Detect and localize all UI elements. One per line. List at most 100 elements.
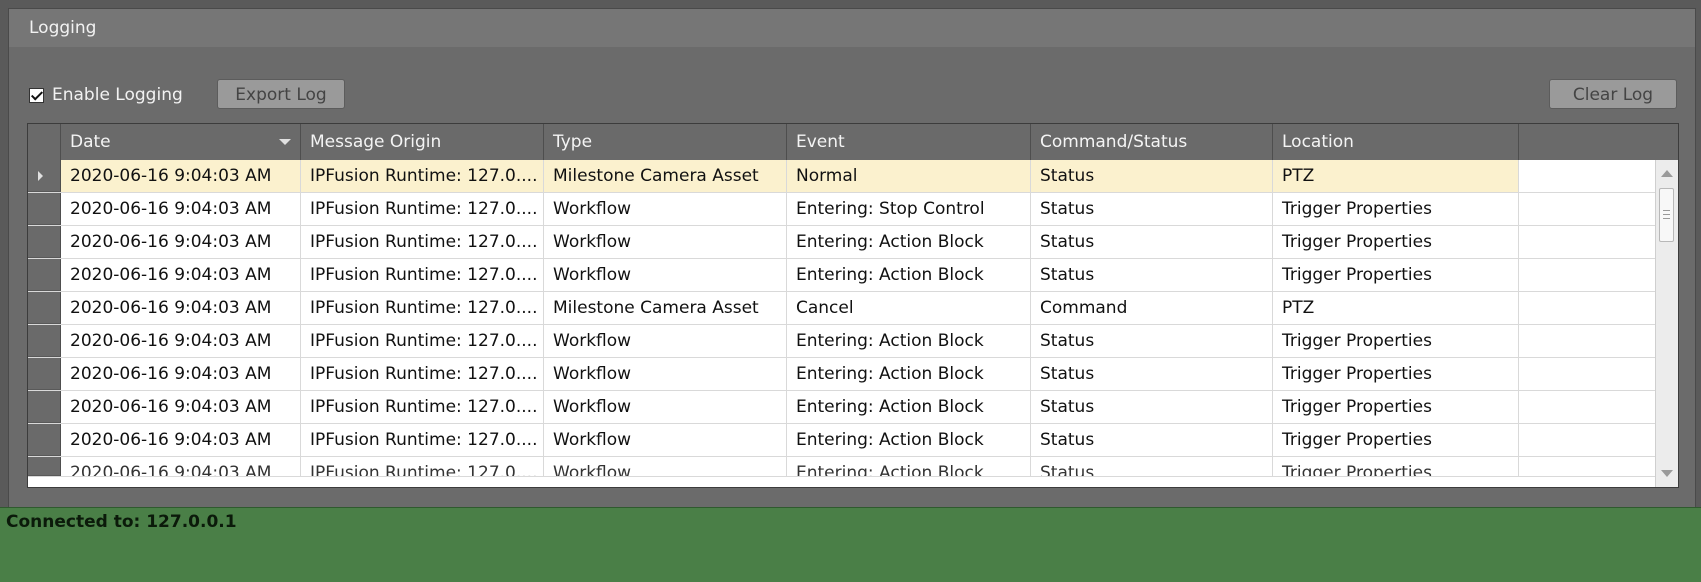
table-row[interactable]: 2020-06-16 9:04:03 AM IPFusion Runtime: 1… (28, 457, 1678, 477)
column-header-message-origin[interactable]: Message Origin (301, 124, 544, 160)
table-cell-command[interactable]: Status (1031, 160, 1273, 192)
table-cell-date[interactable]: 2020-06-16 9:04:03 AM (61, 424, 301, 456)
clear-log-button[interactable]: Clear Log (1549, 79, 1677, 109)
column-header-location[interactable]: Location (1273, 124, 1519, 160)
table-cell-date[interactable]: 2020-06-16 9:04:03 AM (61, 160, 301, 192)
table-cell-origin[interactable]: IPFusion Runtime: 127.0.... (301, 391, 544, 423)
column-header-command-status[interactable]: Command/Status (1031, 124, 1273, 160)
grid-header: Date Message Origin Type Event Command/S… (28, 124, 1678, 160)
row-header[interactable] (28, 259, 61, 291)
table-cell-location[interactable]: Trigger Properties (1273, 457, 1519, 476)
table-cell-event[interactable]: Entering: Action Block (787, 226, 1031, 258)
table-cell-event[interactable]: Entering: Action Block (787, 358, 1031, 390)
table-row[interactable]: 2020-06-16 9:04:03 AM IPFusion Runtime: 1… (28, 160, 1678, 193)
table-cell-event[interactable]: Entering: Action Block (787, 391, 1031, 423)
row-header[interactable] (28, 160, 61, 192)
table-cell-type[interactable]: Workflow (544, 193, 787, 225)
table-cell-origin[interactable]: IPFusion Runtime: 127.0.... (301, 358, 544, 390)
export-log-button[interactable]: Export Log (217, 79, 345, 109)
table-cell-event[interactable]: Entering: Action Block (787, 325, 1031, 357)
table-cell-command[interactable]: Status (1031, 226, 1273, 258)
table-cell-command[interactable]: Command (1031, 292, 1273, 324)
table-cell-origin[interactable]: IPFusion Runtime: 127.0.... (301, 160, 544, 192)
table-cell-command[interactable]: Status (1031, 193, 1273, 225)
row-header[interactable] (28, 457, 61, 476)
log-grid: Date Message Origin Type Event Command/S… (27, 123, 1679, 488)
table-row[interactable]: 2020-06-16 9:04:03 AM IPFusion Runtime: 1… (28, 193, 1678, 226)
row-header[interactable] (28, 226, 61, 258)
checkbox-checked-icon[interactable] (29, 87, 44, 103)
table-row[interactable]: 2020-06-16 9:04:03 AM IPFusion Runtime: 1… (28, 391, 1678, 424)
table-cell-type[interactable]: Milestone Camera Asset (544, 292, 787, 324)
table-cell-date[interactable]: 2020-06-16 9:04:03 AM (61, 391, 301, 423)
table-cell-location[interactable]: Trigger Properties (1273, 424, 1519, 456)
table-cell-command[interactable]: Status (1031, 424, 1273, 456)
table-cell-command[interactable]: Status (1031, 259, 1273, 291)
table-cell-location[interactable]: PTZ (1273, 292, 1519, 324)
table-row[interactable]: 2020-06-16 9:04:03 AM IPFusion Runtime: 1… (28, 358, 1678, 391)
table-cell-origin[interactable]: IPFusion Runtime: 127.0.... (301, 193, 544, 225)
table-cell-date[interactable]: 2020-06-16 9:04:03 AM (61, 325, 301, 357)
table-cell-date[interactable]: 2020-06-16 9:04:03 AM (61, 259, 301, 291)
table-cell-date[interactable]: 2020-06-16 9:04:03 AM (61, 226, 301, 258)
table-cell-type[interactable]: Workflow (544, 325, 787, 357)
table-cell-location[interactable]: Trigger Properties (1273, 193, 1519, 225)
table-row[interactable]: 2020-06-16 9:04:03 AM IPFusion Runtime: 1… (28, 325, 1678, 358)
table-row[interactable]: 2020-06-16 9:04:03 AM IPFusion Runtime: 1… (28, 292, 1678, 325)
table-cell-type[interactable]: Workflow (544, 424, 787, 456)
table-row[interactable]: 2020-06-16 9:04:03 AM IPFusion Runtime: 1… (28, 226, 1678, 259)
table-cell-date[interactable]: 2020-06-16 9:04:03 AM (61, 457, 301, 476)
row-header[interactable] (28, 292, 61, 324)
row-header[interactable] (28, 358, 61, 390)
table-cell-location[interactable]: Trigger Properties (1273, 259, 1519, 291)
header-filler (1519, 124, 1678, 160)
table-cell-event[interactable]: Normal (787, 160, 1031, 192)
table-cell-type[interactable]: Workflow (544, 391, 787, 423)
scroll-thumb[interactable] (1659, 188, 1674, 242)
table-cell-type[interactable]: Milestone Camera Asset (544, 160, 787, 192)
table-cell-origin[interactable]: IPFusion Runtime: 127.0.... (301, 424, 544, 456)
table-cell-event[interactable]: Entering: Action Block (787, 259, 1031, 291)
table-cell-type[interactable]: Workflow (544, 226, 787, 258)
table-cell-event[interactable]: Entering: Action Block (787, 457, 1031, 476)
table-cell-event[interactable]: Entering: Stop Control (787, 193, 1031, 225)
column-header-type[interactable]: Type (544, 124, 787, 160)
column-header-event[interactable]: Event (787, 124, 1031, 160)
enable-logging-checkbox[interactable]: Enable Logging (29, 83, 183, 107)
table-row[interactable]: 2020-06-16 9:04:03 AM IPFusion Runtime: 1… (28, 424, 1678, 457)
table-cell-location[interactable]: PTZ (1273, 160, 1519, 192)
table-cell-event[interactable]: Entering: Action Block (787, 424, 1031, 456)
table-cell-origin[interactable]: IPFusion Runtime: 127.0.... (301, 259, 544, 291)
table-cell-location[interactable]: Trigger Properties (1273, 391, 1519, 423)
table-cell-location[interactable]: Trigger Properties (1273, 325, 1519, 357)
scroll-up-icon[interactable] (1661, 170, 1673, 177)
table-cell-origin[interactable]: IPFusion Runtime: 127.0.... (301, 457, 544, 476)
sort-desc-icon (279, 139, 291, 145)
row-header[interactable] (28, 325, 61, 357)
row-header[interactable] (28, 424, 61, 456)
table-cell-location[interactable]: Trigger Properties (1273, 358, 1519, 390)
connection-status: Connected to: 127.0.0.1 (6, 512, 237, 532)
table-cell-date[interactable]: 2020-06-16 9:04:03 AM (61, 358, 301, 390)
table-cell-date[interactable]: 2020-06-16 9:04:03 AM (61, 292, 301, 324)
table-cell-type[interactable]: Workflow (544, 259, 787, 291)
table-cell-command[interactable]: Status (1031, 325, 1273, 357)
table-cell-command[interactable]: Status (1031, 457, 1273, 476)
table-row[interactable]: 2020-06-16 9:04:03 AM IPFusion Runtime: 1… (28, 259, 1678, 292)
table-cell-location[interactable]: Trigger Properties (1273, 226, 1519, 258)
table-cell-command[interactable]: Status (1031, 391, 1273, 423)
row-header[interactable] (28, 391, 61, 423)
scroll-down-icon[interactable] (1661, 470, 1673, 477)
grip-line (1663, 214, 1670, 215)
table-cell-origin[interactable]: IPFusion Runtime: 127.0.... (301, 292, 544, 324)
table-cell-origin[interactable]: IPFusion Runtime: 127.0.... (301, 226, 544, 258)
vertical-scrollbar[interactable] (1655, 160, 1678, 487)
column-header-date[interactable]: Date (61, 124, 301, 160)
table-cell-type[interactable]: Workflow (544, 457, 787, 476)
table-cell-origin[interactable]: IPFusion Runtime: 127.0.... (301, 325, 544, 357)
table-cell-command[interactable]: Status (1031, 358, 1273, 390)
table-cell-type[interactable]: Workflow (544, 358, 787, 390)
table-cell-date[interactable]: 2020-06-16 9:04:03 AM (61, 193, 301, 225)
table-cell-event[interactable]: Cancel (787, 292, 1031, 324)
row-header[interactable] (28, 193, 61, 225)
